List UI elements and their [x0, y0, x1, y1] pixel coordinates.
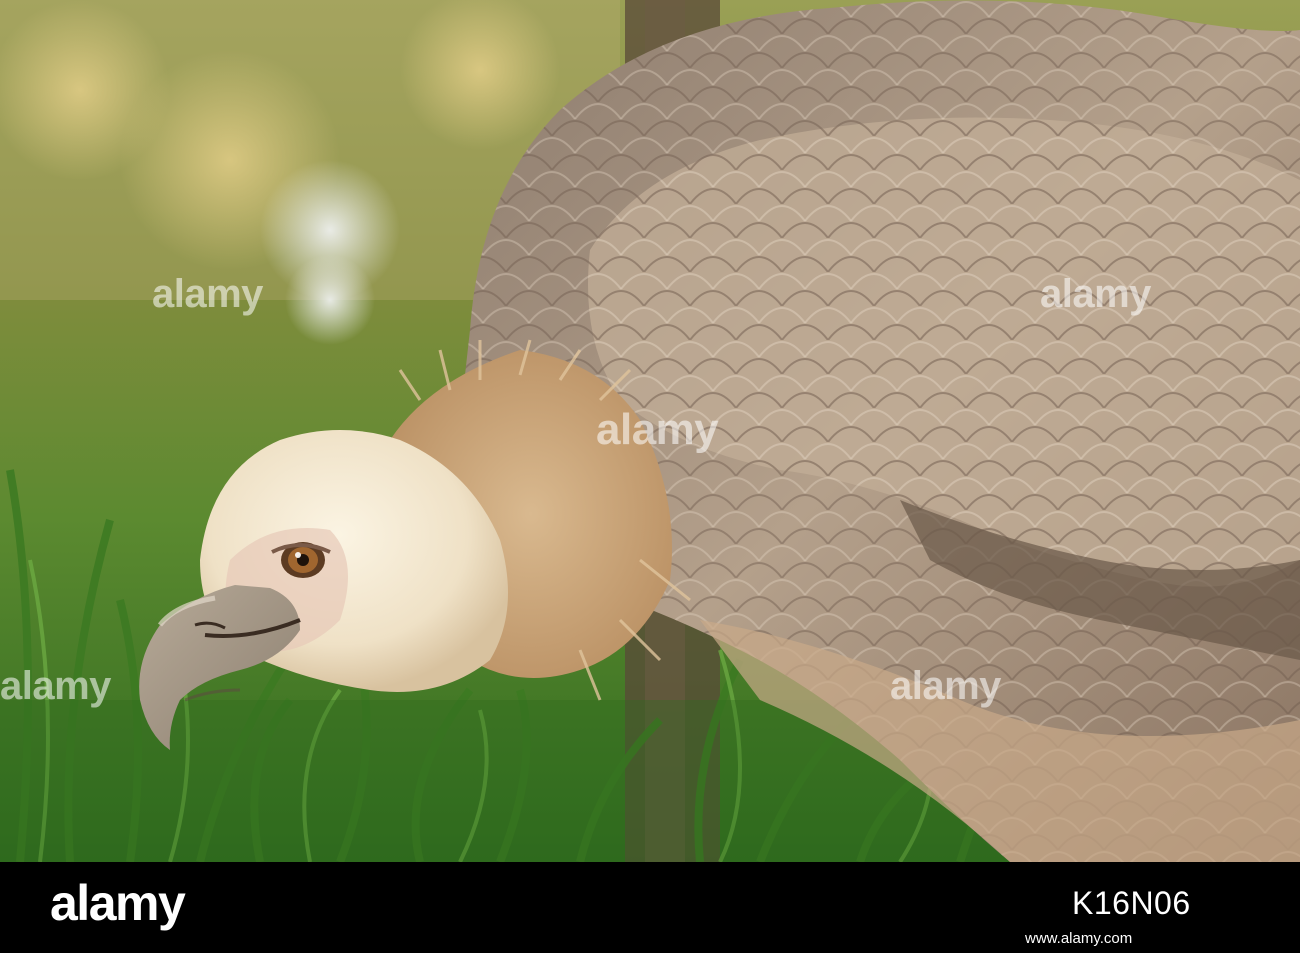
watermark-text: alamy — [1040, 272, 1151, 316]
site-url: www.alamy.com — [1025, 930, 1133, 947]
watermark-text: alamy — [152, 272, 263, 316]
stock-photo-frame: alamy alamy alamy alamy alamy alamy K16N… — [0, 0, 1300, 953]
watermark-text: alamy — [0, 664, 111, 708]
image-id: K16N06 — [1072, 885, 1191, 921]
watermark-text: alamy — [890, 664, 1001, 708]
vulture-photo: alamy alamy alamy alamy alamy — [0, 0, 1300, 862]
watermark-text: alamy — [596, 405, 719, 454]
stock-footer: alamy K16N06 www.alamy.com — [0, 862, 1300, 953]
alamy-logo: alamy — [50, 875, 186, 931]
